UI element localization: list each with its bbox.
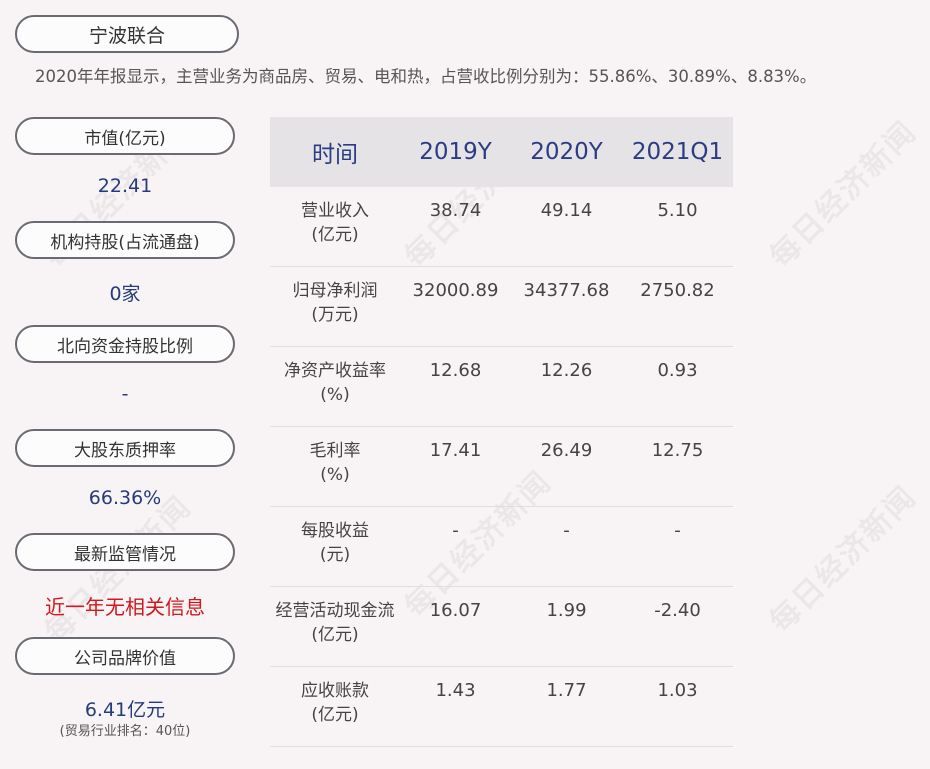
table-row: 应收账款 (亿元) 1.43 1.77 1.03 — [270, 667, 733, 747]
cell-value: 12.26 — [540, 360, 593, 381]
row-label: 每股收益 (元) — [301, 521, 369, 565]
table-row: 归母净利润 (万元) 32000.89 34377.68 2750.82 — [270, 267, 733, 347]
cell-value: 1.43 — [435, 680, 476, 701]
table-row: 经营活动现金流 (亿元) 16.07 1.99 -2.40 — [270, 587, 733, 667]
cell-value: 49.14 — [540, 200, 593, 221]
table-row: 毛利率 (%) 17.41 26.49 12.75 — [270, 427, 733, 507]
market-cap-value: 22.41 — [97, 175, 153, 197]
table-row: 每股收益 (元) - - - — [270, 507, 733, 587]
pledge-rate-value: 66.36% — [88, 487, 162, 509]
row-label: 应收账款 (亿元) — [301, 681, 369, 725]
cell-value: - — [452, 520, 459, 541]
cell-value: 32000.89 — [412, 280, 499, 301]
cell-value: 12.68 — [429, 360, 482, 381]
row-label: 营业收入 (亿元) — [301, 201, 369, 245]
row-label: 归母净利润 (万元) — [292, 281, 378, 325]
brand-value-label: 公司品牌价值 — [15, 637, 235, 675]
market-cap-label: 市值(亿元) — [15, 117, 235, 155]
northbound-holding-value: - — [121, 383, 129, 405]
cell-value: 12.75 — [651, 440, 704, 461]
header-2019: 2019Y — [419, 139, 492, 165]
regulatory-status-label: 最新监管情况 — [15, 533, 235, 571]
cell-value: 1.99 — [546, 600, 587, 621]
cell-value: -2.40 — [654, 600, 701, 621]
cell-value: 1.03 — [657, 680, 698, 701]
header-2020: 2020Y — [530, 139, 603, 165]
watermark: 每日经济新闻 — [763, 479, 924, 640]
cell-value: - — [674, 520, 681, 541]
header-2021q1: 2021Q1 — [631, 139, 724, 165]
regulatory-status-value: 近一年无相关信息 — [45, 595, 205, 619]
watermark: 每日经济新闻 — [763, 114, 924, 275]
table-row: 营业收入 (亿元) 38.74 49.14 5.10 — [270, 187, 733, 267]
pledge-rate-label: 大股东质押率 — [15, 429, 235, 467]
row-label: 毛利率 (%) — [309, 441, 361, 485]
cell-value: 2750.82 — [640, 280, 715, 301]
brand-rank-note: (贸易行业排名：40位) — [59, 724, 191, 739]
cell-value: 38.74 — [429, 200, 482, 221]
institutional-holding-label: 机构持股(占流通盘) — [15, 221, 235, 259]
company-name-badge: 宁波联合 — [15, 15, 239, 53]
cell-value: 1.77 — [546, 680, 587, 701]
table-header: 时间 2019Y 2020Y 2021Q1 — [270, 117, 733, 187]
financial-table: 时间 2019Y 2020Y 2021Q1 营业收入 (亿元) 38.74 49.… — [270, 117, 733, 747]
cell-value: 17.41 — [429, 440, 482, 461]
row-label: 净资产收益率 (%) — [284, 361, 386, 405]
cell-value: 0.93 — [657, 360, 698, 381]
row-label: 经营活动现金流 (亿元) — [275, 601, 395, 645]
cell-value: 16.07 — [429, 600, 482, 621]
cell-value: - — [563, 520, 570, 541]
business-summary: 2020年年报显示，主营业务为商品房、贸易、电和热，占营收比例分别为：55.86… — [35, 67, 817, 86]
header-time: 时间 — [312, 142, 358, 168]
table-row: 净资产收益率 (%) 12.68 12.26 0.93 — [270, 347, 733, 427]
cell-value: 5.10 — [657, 200, 698, 221]
cell-value: 34377.68 — [523, 280, 610, 301]
cell-value: 26.49 — [540, 440, 593, 461]
institutional-holding-value: 0家 — [109, 283, 141, 305]
northbound-holding-label: 北向资金持股比例 — [15, 325, 235, 363]
brand-value-value: 6.41亿元 — [84, 699, 166, 721]
